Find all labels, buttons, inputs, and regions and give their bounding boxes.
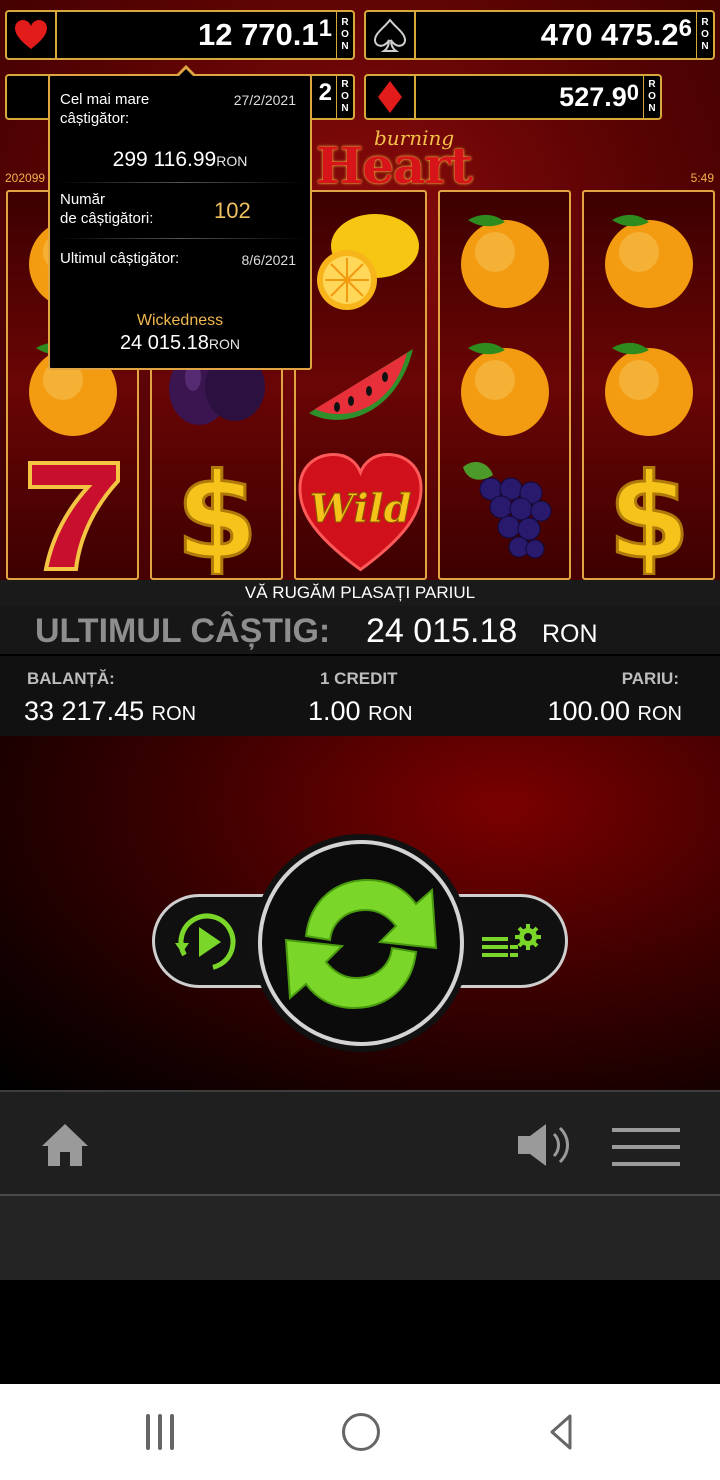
bottom-navigation xyxy=(0,1090,720,1196)
currency-vertical: RON xyxy=(643,76,660,118)
symbol-wild-heart: Wild xyxy=(296,448,425,578)
logo-heart-text: Heart xyxy=(316,136,473,195)
diamond-suit-icon xyxy=(366,76,416,118)
last-winner-label: Ultimul câștigător: xyxy=(60,250,180,267)
last-win-label: ULTIMUL CÂȘTIG: xyxy=(35,612,331,650)
winners-count-value: 102 xyxy=(214,198,251,223)
symbol-seven xyxy=(8,450,137,578)
symbol-orange xyxy=(440,192,569,322)
last-winner-name: Wickedness xyxy=(136,312,224,329)
last-winner-date: 8/6/2021 xyxy=(241,252,297,268)
last-winner-currency: RON xyxy=(208,336,241,352)
back-triangle-icon[interactable] xyxy=(548,1413,574,1451)
autoplay-button[interactable] xyxy=(152,894,272,988)
hamburger-menu-icon[interactable] xyxy=(612,1128,680,1168)
biggest-winner-label: Cel mai mare câștigător: xyxy=(60,91,150,127)
status-message: VĂ RUGĂM PLASAȚI PARIUL xyxy=(0,580,720,606)
symbol-lemon xyxy=(296,192,425,322)
last-win-value: 24 015.18 xyxy=(366,612,518,650)
spin-button[interactable] xyxy=(258,840,464,1046)
last-win-bar: ULTIMUL CÂȘTIG: 24 015.18 RON xyxy=(0,606,720,654)
jackpot-diamonds-value: 527.9 xyxy=(559,81,627,112)
heart-suit-icon xyxy=(7,12,57,58)
wild-label: Wild xyxy=(310,486,412,532)
currency-vertical: RON xyxy=(336,12,353,58)
reel-5: $ xyxy=(582,190,715,580)
spade-suit-icon xyxy=(366,12,416,58)
symbol-dollar: $ xyxy=(152,450,281,578)
biggest-winner-amount: 299 116.99 xyxy=(112,148,217,171)
biggest-winner-date: 27/2/2021 xyxy=(233,92,296,108)
last-winner-amount: 24 015.18 xyxy=(119,332,209,354)
circle-home-icon[interactable] xyxy=(342,1413,380,1451)
reel-4 xyxy=(438,190,571,580)
symbol-orange xyxy=(584,320,713,450)
autoplay-icon xyxy=(175,913,236,971)
currency-vertical: RON xyxy=(336,76,353,118)
game-logo: burning Heart xyxy=(312,122,482,195)
symbol-dollar: $ xyxy=(584,450,713,578)
credit-label: 1 CREDIT xyxy=(320,669,398,688)
svg-text:$: $ xyxy=(175,455,257,575)
symbol-orange xyxy=(440,320,569,450)
clock-text: 5:49 xyxy=(690,171,714,185)
android-navigation-bar xyxy=(0,1384,720,1480)
spin-icon xyxy=(284,878,438,1010)
stats-bar: BALANȚĂ: 33 217.45 RON 1 CREDIT 1.00 RON… xyxy=(0,656,720,736)
reel-3: Wild xyxy=(294,190,427,580)
winners-count-label: Număr de câștigători: xyxy=(60,191,154,227)
jackpot-spades-last-digit: 6 xyxy=(678,15,692,42)
credit-value[interactable]: 1.00 RON xyxy=(308,696,413,727)
jackpot-spades[interactable]: 470 475.2 6 RON xyxy=(364,10,715,60)
jackpot-info-popup[interactable]: Cel mai mare câștigător: 27/2/2021 299 1… xyxy=(48,65,312,370)
controls-area xyxy=(0,736,720,1090)
currency-vertical: RON xyxy=(696,12,713,58)
bet-settings-icon xyxy=(482,924,541,957)
bottom-panel xyxy=(0,1196,720,1280)
game-area: 12 770.1 1 RON 470 475.2 6 RON 2 RON 527.9… xyxy=(0,0,720,588)
svg-text:$: $ xyxy=(607,455,689,575)
jackpot-clubs-last-digit: 2 xyxy=(318,79,332,106)
home-icon[interactable] xyxy=(40,1122,90,1168)
empty-area xyxy=(0,1280,720,1384)
symbol-grapes xyxy=(440,448,569,578)
symbol-watermelon xyxy=(296,320,425,450)
balance-label: BALANȚĂ: xyxy=(27,669,115,688)
balance-value: 33 217.45 RON xyxy=(24,696,197,726)
jackpot-hearts[interactable]: 12 770.1 1 RON xyxy=(5,10,355,60)
jackpot-hearts-value: 12 770.1 xyxy=(197,17,319,52)
recents-icon[interactable] xyxy=(146,1414,176,1450)
symbol-orange xyxy=(584,192,713,322)
jackpot-diamonds[interactable]: 527.9 0 RON xyxy=(364,74,662,120)
bet-value[interactable]: 100.00 RON xyxy=(547,696,682,727)
round-id: 202099 xyxy=(5,171,46,185)
speaker-icon[interactable] xyxy=(516,1122,572,1168)
jackpot-diamonds-last-digit: 0 xyxy=(626,80,639,105)
bet-settings-button[interactable] xyxy=(450,894,568,988)
bet-label: PARIU: xyxy=(621,669,679,688)
biggest-winner-currency: RON xyxy=(216,153,248,169)
last-win-currency: RON xyxy=(542,620,598,648)
jackpot-spades-value: 470 475.2 xyxy=(540,17,679,52)
jackpot-hearts-last-digit: 1 xyxy=(318,15,332,42)
